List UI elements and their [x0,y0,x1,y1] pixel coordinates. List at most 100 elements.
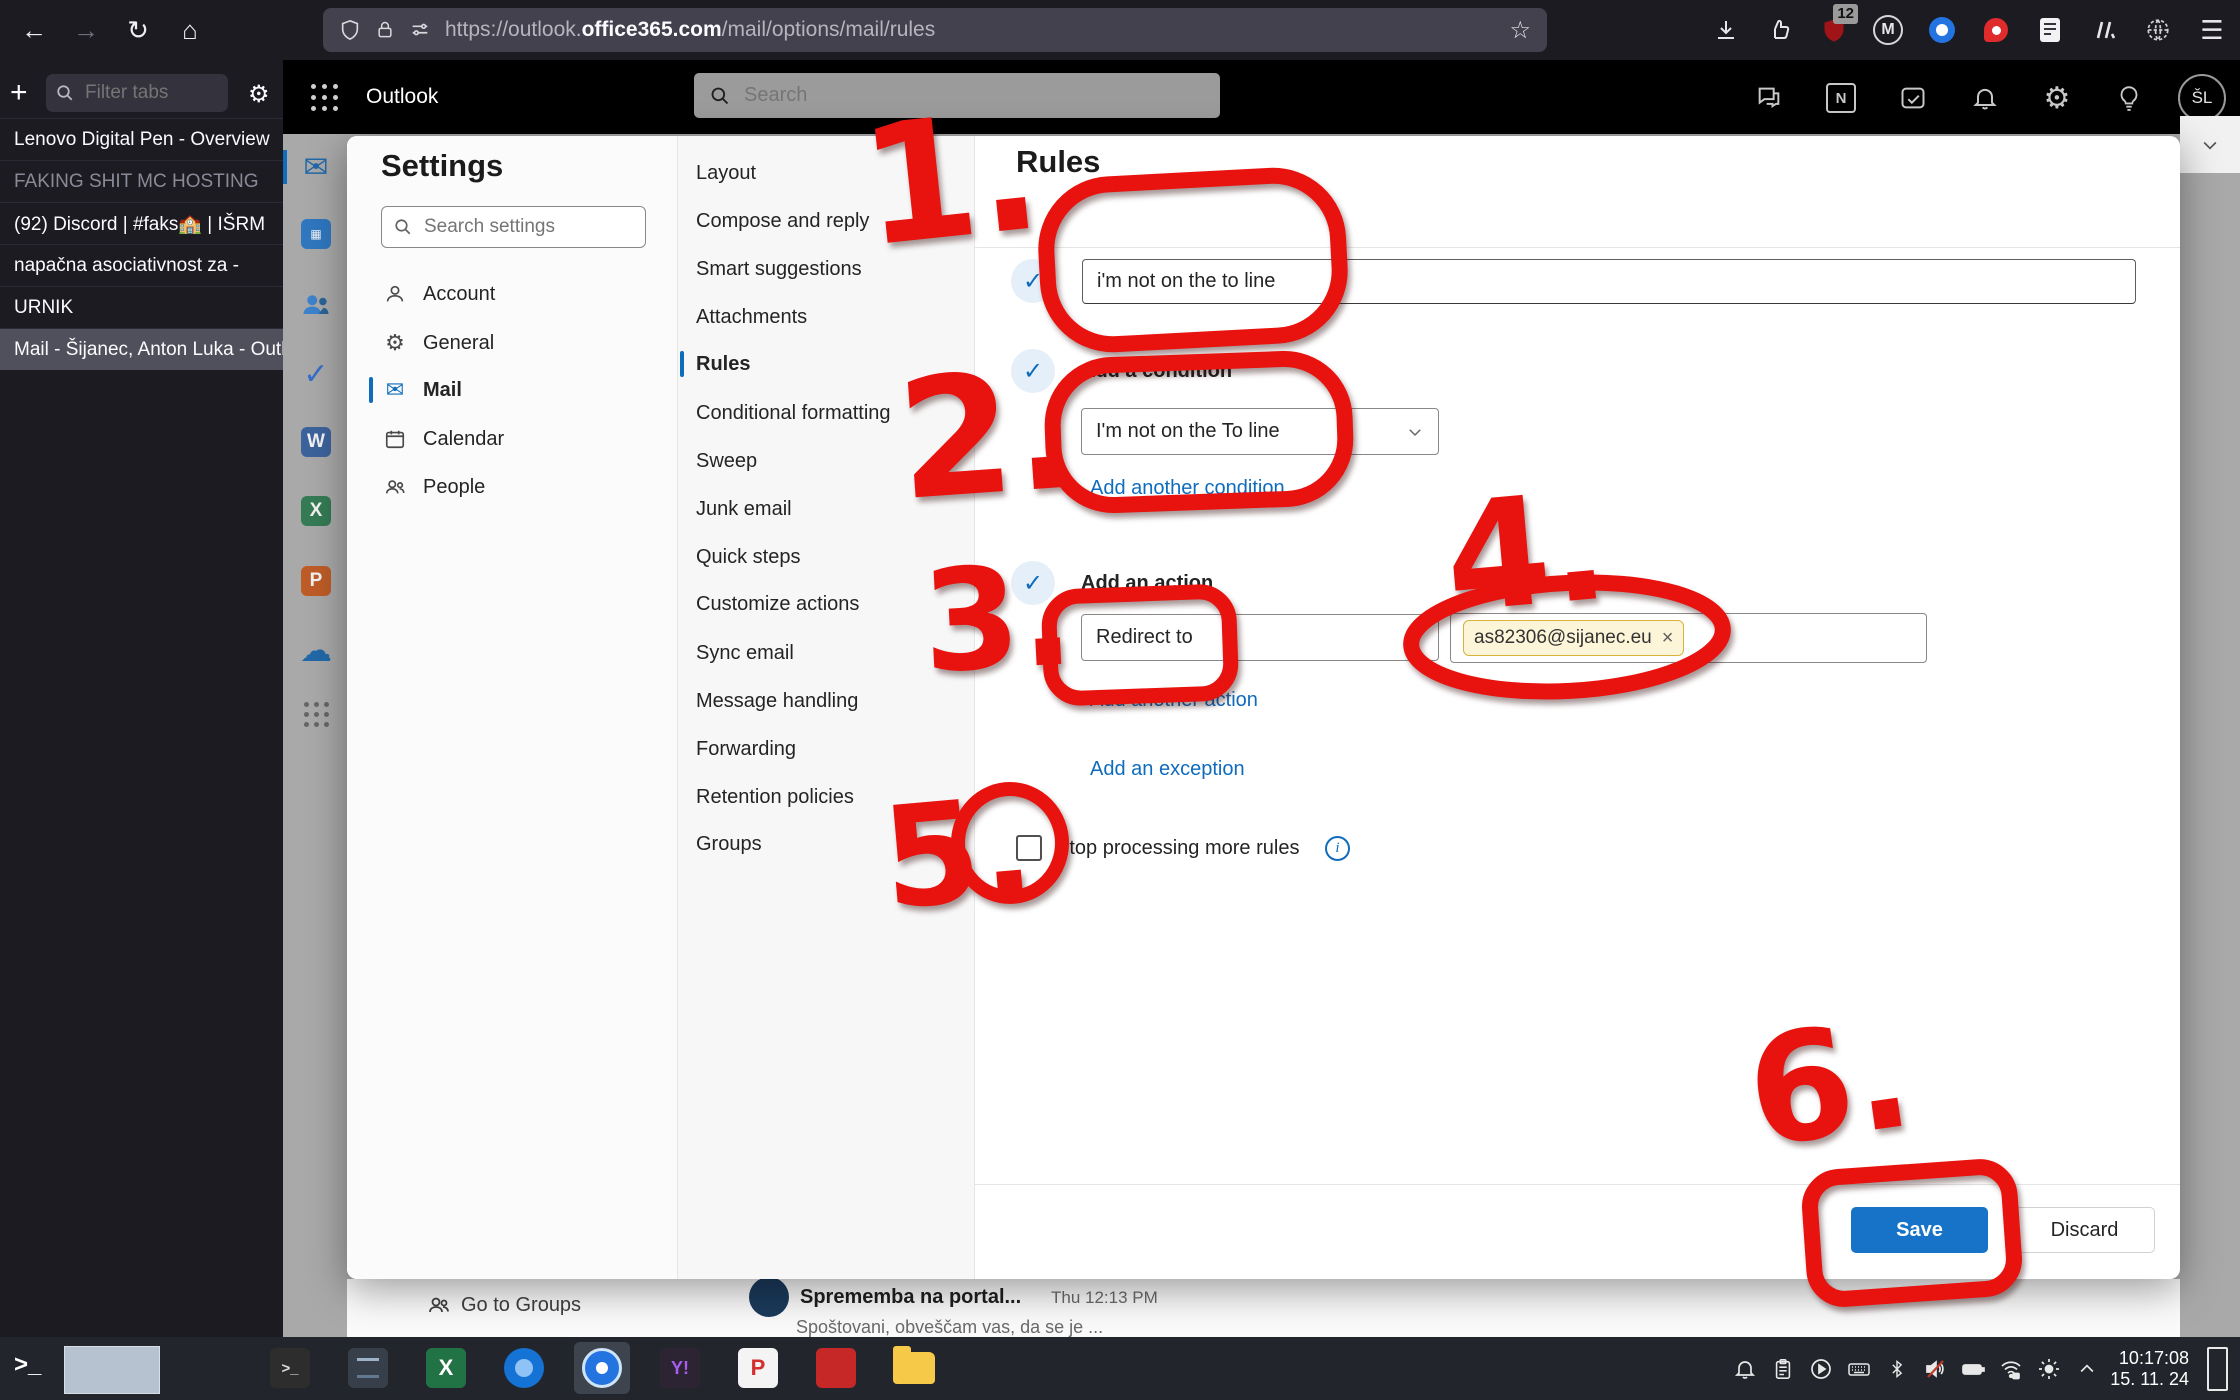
reading-list-extension-icon[interactable] [2028,8,2072,52]
globe-extension-icon[interactable] [2136,8,2180,52]
nav-compose-and-reply[interactable]: Compose and reply [678,197,975,245]
nav-groups[interactable]: Groups [678,820,975,868]
taskbar-clock[interactable]: 10:17:08 15. 11. 24 [2110,1348,2189,1390]
nav-message-handling[interactable]: Message handling [678,677,975,725]
new-tab-button[interactable]: + [10,76,28,110]
settings-nav-mail[interactable]: ✉ Mail [359,367,666,413]
discard-button[interactable]: Discard [2014,1207,2155,1253]
account-avatar[interactable]: ŠL [2178,74,2226,122]
tray-volume-muted-icon[interactable] [1920,1352,1950,1386]
tray-wifi-secure-icon[interactable] [1996,1352,2026,1386]
nav-attachments[interactable]: Attachments [678,293,975,341]
taskbar-excel-icon[interactable]: X [418,1342,474,1394]
taskbar-files-icon[interactable] [886,1342,942,1394]
nav-layout[interactable]: Layout [678,149,975,197]
tab-lenovo[interactable]: Lenovo Digital Pen - Overview [0,118,283,160]
tray-keyboard-icon[interactable] [1844,1352,1874,1386]
info-icon[interactable]: i [1325,836,1350,861]
tab-asociativnost[interactable]: napačna asociativnost za - [0,244,283,286]
nav-conditional-formatting[interactable]: Conditional formatting [678,389,975,437]
rail-excel-icon[interactable]: X [297,492,335,530]
rail-word-icon[interactable]: W [297,423,335,461]
settings-nav-account[interactable]: Account [359,271,666,317]
tab-mail-active[interactable]: Mail - Šijanec, Anton Luka - Outlook [0,328,283,370]
nav-retention-policies[interactable]: Retention policies [678,773,975,821]
rail-onedrive-icon[interactable]: ☁ [297,631,335,669]
tray-media-play-icon[interactable] [1806,1352,1836,1386]
nav-sync-email[interactable]: Sync email [678,629,975,677]
todo-icon[interactable] [1890,75,1936,121]
action-dropdown[interactable]: Redirect to [1081,614,1439,661]
extension-thumb-icon[interactable] [1758,8,1802,52]
url-text[interactable]: https://outlook.office365.com/mail/optio… [445,18,935,42]
save-button[interactable]: Save [1851,1207,1988,1253]
tips-lightbulb-icon[interactable] [2106,75,2152,121]
add-another-action-link[interactable]: Add another action [1090,689,1258,712]
show-desktop-button[interactable] [2207,1347,2228,1391]
settings-gear-icon[interactable]: ⚙ [2034,75,2080,121]
back-icon[interactable]: ← [14,10,54,50]
rule-name-input[interactable] [1082,259,2136,304]
settings-search-box[interactable] [381,206,646,248]
red-pin-extension-icon[interactable] [1974,8,2018,52]
nav-sweep[interactable]: Sweep [678,437,975,485]
nav-quick-steps[interactable]: Quick steps [678,533,975,581]
rail-mail-icon[interactable]: ✉ [297,148,335,186]
slashes-extension-icon[interactable] [2082,8,2126,52]
rail-calendar-icon[interactable]: ▦ [297,215,335,253]
add-an-exception-link[interactable]: Add an exception [1090,758,1245,781]
tab-urnik[interactable]: URNIK [0,286,283,328]
forward-icon[interactable]: → [66,10,106,50]
taskbar-yahoo-icon[interactable]: Y! [652,1342,708,1394]
tab-hosting[interactable]: FAKING SHIT MC HOSTING [0,160,283,202]
menu-hamburger-icon[interactable]: ☰ [2190,8,2234,52]
tray-notifications-bell-icon[interactable] [1730,1352,1760,1386]
filter-tabs-box[interactable] [46,74,228,112]
settings-nav-calendar[interactable]: Calendar [359,416,666,462]
nav-forwarding[interactable]: Forwarding [678,725,975,773]
start-terminal-icon[interactable]: >_ [14,1351,41,1379]
rail-todo-icon[interactable]: ✓ [297,355,335,393]
nav-rules[interactable]: Rules [678,340,975,388]
taskbar-terminal-icon[interactable]: >_ [262,1342,318,1394]
rail-powerpoint-icon[interactable]: P [297,562,335,600]
outlook-search-input[interactable] [742,83,1146,108]
tray-battery-icon[interactable] [1958,1352,1988,1386]
tray-chevron-up-icon[interactable] [2072,1352,2102,1386]
taskbar-app2-icon[interactable] [340,1342,396,1394]
settings-nav-people[interactable]: People [359,464,666,510]
filter-tabs-input[interactable] [83,81,217,105]
chat-icon[interactable] [1746,75,1792,121]
settings-nav-general[interactable]: ⚙ General [359,320,666,366]
home-icon[interactable]: ⌂ [170,10,210,50]
download-icon[interactable] [1704,8,1748,52]
redirect-recipient-field[interactable]: as82306@sijanec.eu × [1450,613,1927,663]
nav-smart-suggestions[interactable]: Smart suggestions [678,245,975,293]
add-another-condition-link[interactable]: Add another condition [1090,477,1285,500]
taskbar-active-browser-icon[interactable] [574,1342,630,1394]
monogram-extension-icon[interactable]: M [1866,8,1910,52]
settings-search-input[interactable] [422,215,616,239]
recipient-chip[interactable]: as82306@sijanec.eu × [1463,620,1684,656]
app-launcher-waffle-icon[interactable] [311,84,338,111]
adblock-shield-icon[interactable]: 12 [1812,8,1856,52]
stop-processing-checkbox[interactable] [1016,835,1042,861]
nav-junk-email[interactable]: Junk email [678,485,975,533]
window-preview-button[interactable] [64,1346,160,1394]
taskbar-pdf-icon[interactable]: P [730,1342,786,1394]
tray-bluetooth-icon[interactable] [1882,1352,1912,1386]
notifications-bell-icon[interactable] [1962,75,2008,121]
tray-clipboard-icon[interactable] [1768,1352,1798,1386]
nav-customize-actions[interactable]: Customize actions [678,580,975,628]
tracking-shield-icon[interactable] [339,19,361,41]
sidebar-gear-icon[interactable]: ⚙ [248,80,270,109]
outlook-search-bar[interactable] [694,73,1220,118]
taskbar-medical-icon[interactable] [808,1342,864,1394]
condition-dropdown[interactable]: I'm not on the To line [1081,408,1439,455]
blue-ring-extension-icon[interactable] [1920,8,1964,52]
rail-people-icon[interactable] [297,285,335,323]
tray-brightness-icon[interactable] [2034,1352,2064,1386]
rail-more-apps-icon[interactable] [297,695,335,733]
chip-close-icon[interactable]: × [1662,627,1674,650]
reload-icon[interactable]: ↻ [118,10,158,50]
